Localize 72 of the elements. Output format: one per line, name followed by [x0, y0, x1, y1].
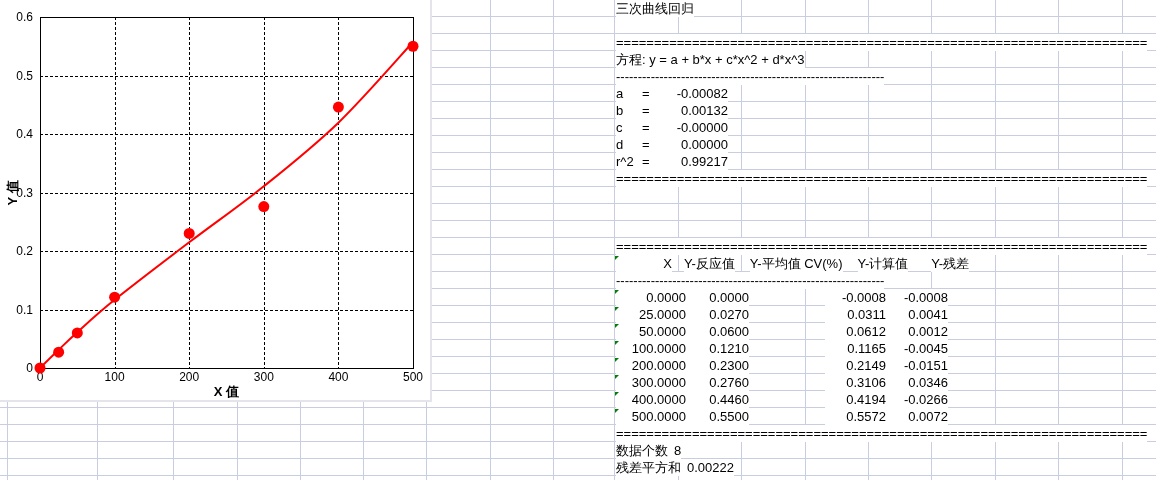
- coefficient-value: -0.00082: [662, 85, 728, 102]
- table-cell: 0.0270: [686, 306, 749, 323]
- table-cell: 0.4194: [825, 391, 886, 408]
- column-header: Y-计算值: [857, 255, 909, 272]
- separator-text: ======================================================================: [616, 170, 1148, 187]
- equation-text: 方程: y = a + b*x + c*x^2 + d*x^3: [616, 51, 805, 68]
- tick-label: 0.5: [16, 68, 33, 83]
- table-cell: -0.0151: [886, 357, 948, 374]
- sheet-title: 三次曲线回归: [616, 0, 694, 17]
- coefficient-value: -0.00000: [662, 119, 728, 136]
- table-cell: 0.0000: [616, 289, 686, 306]
- table-cell: 0.0041: [886, 306, 948, 323]
- table-cell: 400.0000: [616, 391, 686, 408]
- tick-label: 400: [328, 370, 349, 384]
- tick-label: 0.2: [16, 244, 33, 258]
- column-header: Y-反应值: [684, 255, 735, 272]
- table-cell: 0.1165: [825, 340, 886, 357]
- tick-label: 100: [104, 370, 125, 384]
- data-point: [332, 101, 344, 113]
- summary-label: 残差平方和: [616, 459, 681, 476]
- tick-label: 200: [179, 370, 200, 384]
- table-cell: -0.0008: [886, 289, 948, 306]
- column-header: Y-残差: [931, 255, 970, 272]
- separator-text: ======================================================================: [616, 238, 1148, 255]
- data-point: [183, 227, 195, 239]
- separator-text: ======================================================================: [616, 34, 1148, 51]
- tick-label: 0.4: [16, 127, 33, 141]
- coefficient-value: 0.00132: [662, 102, 728, 119]
- table-cell: 0.4460: [686, 391, 749, 408]
- tick-label: 300: [253, 370, 274, 384]
- table-cell: 0.0346: [886, 374, 948, 391]
- tick-label: 0: [26, 361, 33, 375]
- column-header: Y-平均值 CV(%): [749, 255, 843, 272]
- separator-text: --------------------------------------------------------------: [616, 68, 885, 85]
- data-point: [71, 327, 83, 339]
- coefficient-value: 0.00000: [662, 136, 728, 153]
- table-cell: 300.0000: [616, 374, 686, 391]
- tick-label: 0.6: [16, 10, 33, 24]
- summary-value: 8: [668, 442, 682, 459]
- table-cell: -0.0045: [886, 340, 948, 357]
- table-cell: 0.0600: [686, 323, 749, 340]
- table-cell: 0.2760: [686, 374, 749, 391]
- table-cell: 0.0072: [886, 408, 948, 425]
- table-cell: -0.0008: [825, 289, 886, 306]
- table-cell: 0.2149: [825, 357, 886, 374]
- data-point: [407, 40, 419, 52]
- table-cell: 0.0012: [886, 323, 948, 340]
- data-point: [34, 362, 46, 374]
- table-cell: 0.3106: [825, 374, 886, 391]
- table-cell: 100.0000: [616, 340, 686, 357]
- data-point: [258, 201, 270, 213]
- coefficient-value: 0.99217: [662, 153, 728, 170]
- table-cell: -0.0266: [886, 391, 948, 408]
- table-cell: 0.2300: [686, 357, 749, 374]
- table-cell: 0.0000: [686, 289, 749, 306]
- separator-text: --------------------------------------------------------------: [616, 272, 885, 289]
- tick-label: 500: [403, 370, 423, 384]
- table-cell: 0.1210: [686, 340, 749, 357]
- summary-label: 数据个数: [616, 442, 668, 459]
- table-cell: 0.5500: [686, 408, 749, 425]
- table-cell: 0.0311: [825, 306, 886, 323]
- table-cell: 0.5572: [825, 408, 886, 425]
- table-cell: 200.0000: [616, 357, 686, 374]
- table-cell: 50.0000: [616, 323, 686, 340]
- data-point: [53, 346, 65, 358]
- separator-text: ======================================================================: [616, 425, 1148, 442]
- tick-label: 0.1: [16, 302, 33, 317]
- data-point: [109, 291, 121, 303]
- table-cell: 25.0000: [616, 306, 686, 323]
- table-cell: 500.0000: [616, 408, 686, 425]
- table-cell: 0.0612: [825, 323, 886, 340]
- axis-title: X 值: [213, 384, 240, 399]
